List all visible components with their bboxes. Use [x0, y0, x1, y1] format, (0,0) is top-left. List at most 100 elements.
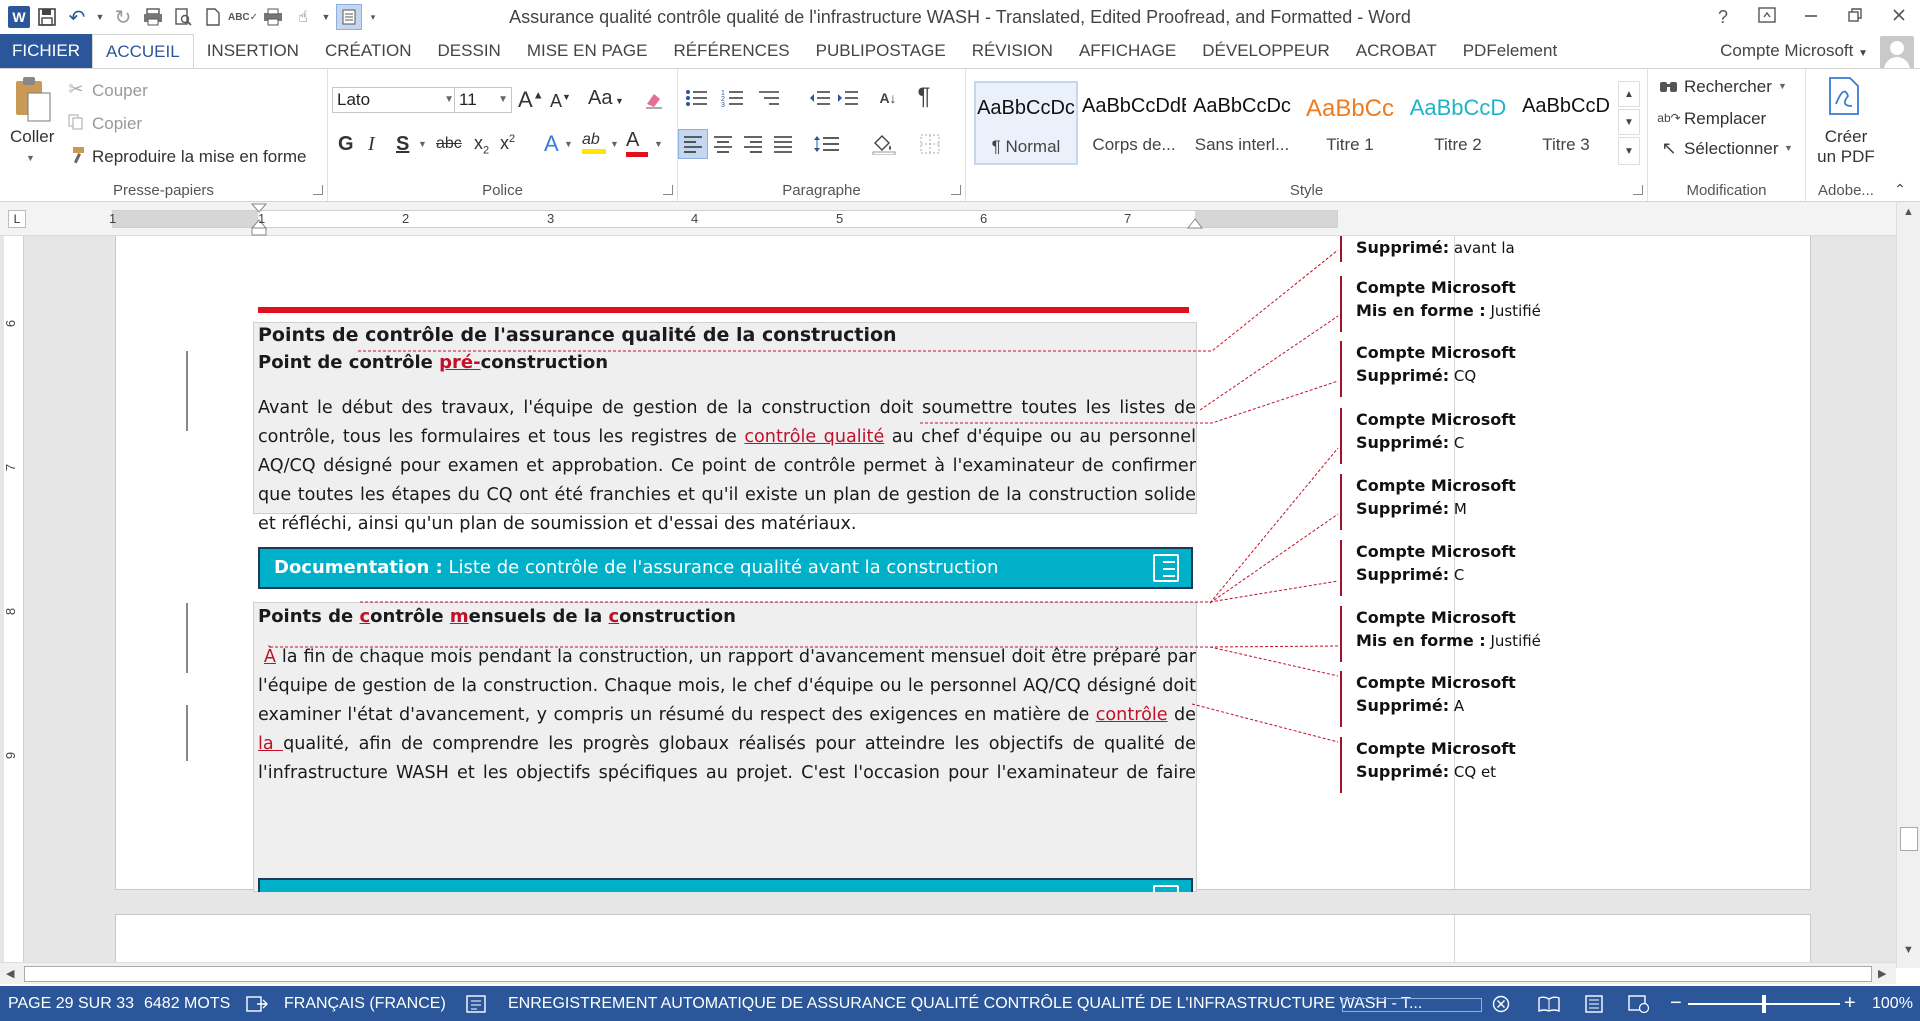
read-mode-view-icon[interactable] — [1538, 986, 1560, 1021]
comment-balloon[interactable]: Compte Microsoft Supprimé: C — [1340, 540, 1516, 596]
new-document-icon[interactable] — [200, 4, 226, 30]
right-indent-marker-icon[interactable] — [1187, 217, 1203, 231]
find-dropdown-icon[interactable]: ▼ — [1778, 81, 1787, 91]
document-workspace[interactable]: 6789 Points de contrôle de l'assurance q… — [0, 236, 1896, 968]
customize-qat-icon[interactable]: ▾ — [366, 4, 380, 30]
touch-mode-icon[interactable]: ☝ — [290, 4, 316, 30]
clear-formatting-icon[interactable] — [642, 87, 666, 113]
style-item[interactable]: AaBbCcDc ¶ Normal — [974, 81, 1078, 165]
tab-insertion[interactable]: INSERTION — [194, 34, 312, 68]
tab-création[interactable]: CRÉATION — [312, 34, 425, 68]
underline-dropdown-icon[interactable]: ▼ — [418, 139, 427, 149]
create-pdf-button[interactable]: Créer un PDF — [1816, 127, 1876, 167]
tab-selector[interactable]: L — [8, 210, 26, 228]
font-name-input[interactable]: Lato ▼ — [332, 87, 458, 113]
bullets-icon[interactable] — [682, 85, 712, 111]
word-count[interactable]: 6482 MOTS — [144, 986, 230, 1021]
help-icon[interactable]: ? — [1710, 7, 1736, 28]
grow-font-button[interactable]: A▲ — [518, 87, 544, 113]
style-item[interactable]: AaBbCcDdE Corps de... — [1082, 81, 1186, 165]
comment-balloon[interactable]: Compte Microsoft Mis en forme : Justifié — [1340, 606, 1541, 662]
underline-button[interactable]: S — [396, 133, 409, 156]
tab-références[interactable]: RÉFÉRENCES — [660, 34, 802, 68]
page-indicator[interactable]: PAGE 29 SUR 33 — [8, 986, 134, 1021]
paste-button[interactable]: Coller — [10, 127, 54, 147]
style-item[interactable]: AaBbCcD Titre 2 — [1406, 81, 1510, 165]
align-right-icon[interactable] — [738, 129, 768, 159]
touch-dropdown-icon[interactable]: ▼ — [320, 4, 332, 30]
avatar[interactable] — [1880, 36, 1914, 70]
print-preview-icon[interactable] — [170, 4, 196, 30]
tab-acrobat[interactable]: ACROBAT — [1343, 34, 1450, 68]
quick-print-icon[interactable] — [140, 4, 166, 30]
borders-icon[interactable] — [912, 129, 952, 159]
font-size-input[interactable]: 11 ▼ — [454, 87, 512, 113]
read-mode-icon[interactable] — [336, 4, 362, 30]
paragraph-launcher-icon[interactable] — [951, 185, 961, 195]
horizontal-ruler[interactable]: 1 1 2 3 4 5 6 7 — [109, 203, 1338, 236]
scroll-right-icon[interactable]: ▶ — [1878, 967, 1886, 980]
restore-icon[interactable] — [1842, 7, 1868, 28]
comment-balloon[interactable]: Compte Microsoft Supprimé: M — [1340, 474, 1516, 530]
print-layout-icon[interactable] — [260, 4, 286, 30]
decrease-indent-icon[interactable] — [806, 85, 834, 111]
text-effects-button[interactable]: A — [544, 131, 559, 157]
proofing-icon[interactable] — [246, 986, 268, 1021]
zoom-level[interactable]: 100% — [1872, 986, 1913, 1021]
account-name[interactable]: Compte Microsoft ▼ — [1720, 34, 1868, 68]
font-color-button[interactable]: A — [626, 129, 648, 157]
highlight-dropdown-icon[interactable]: ▼ — [610, 139, 619, 149]
styles-scroll-down-icon[interactable]: ▼ — [1618, 109, 1640, 135]
comment-balloon[interactable]: Compte Microsoft Supprimé: C — [1340, 408, 1516, 464]
cut-button[interactable]: Couper — [92, 81, 148, 101]
close-icon[interactable] — [1886, 7, 1912, 28]
justify-icon[interactable] — [768, 129, 798, 159]
save-icon[interactable] — [34, 4, 60, 30]
font-size-dropdown-icon[interactable]: ▼ — [498, 88, 508, 112]
select-icon[interactable]: ↖ — [1658, 137, 1680, 159]
tab-pdfelement[interactable]: PDFelement — [1450, 34, 1570, 68]
highlight-button[interactable]: ab — [582, 131, 606, 154]
spelling-icon[interactable]: ABC✓ — [228, 4, 258, 30]
font-color-dropdown-icon[interactable]: ▼ — [654, 139, 663, 149]
text-effects-dropdown-icon[interactable]: ▼ — [564, 139, 573, 149]
align-left-icon[interactable] — [678, 129, 708, 159]
language-indicator[interactable]: FRANÇAIS (FRANCE) — [284, 986, 446, 1021]
tab-affichage[interactable]: AFFICHAGE — [1066, 34, 1189, 68]
zoom-out-button[interactable]: − — [1670, 986, 1682, 1021]
scroll-down-icon[interactable]: ▼ — [1903, 944, 1914, 956]
style-item[interactable]: AaBbCcD Titre 3 — [1514, 81, 1618, 165]
minimize-icon[interactable] — [1798, 7, 1824, 28]
word-logo-icon[interactable]: W — [8, 6, 30, 28]
find-button[interactable]: Rechercher — [1684, 77, 1772, 97]
cancel-save-icon[interactable] — [1492, 986, 1510, 1021]
undo-dropdown-icon[interactable]: ▼ — [94, 4, 106, 30]
tab-publipostage[interactable]: PUBLIPOSTAGE — [803, 34, 959, 68]
format-painter-button[interactable]: Reproduire la mise en forme — [92, 147, 306, 167]
align-center-icon[interactable] — [708, 129, 738, 159]
paste-icon[interactable] — [10, 73, 54, 125]
shading-icon[interactable] — [866, 129, 906, 159]
scroll-left-icon[interactable]: ◀ — [6, 967, 14, 980]
comment-balloon[interactable]: Compte Microsoft Supprimé: CQ — [1340, 341, 1516, 397]
line-spacing-icon[interactable] — [808, 129, 848, 159]
tab-dessin[interactable]: DESSIN — [425, 34, 514, 68]
zoom-slider-thumb[interactable] — [1762, 995, 1766, 1013]
font-name-dropdown-icon[interactable]: ▼ — [444, 88, 454, 112]
vertical-scroll-thumb[interactable] — [1900, 827, 1918, 851]
shrink-font-button[interactable]: A▼ — [550, 91, 571, 112]
copy-button[interactable]: Copier — [92, 114, 142, 134]
comment-balloon[interactable]: Supprimé: avant la — [1340, 236, 1515, 262]
zoom-in-button[interactable]: + — [1844, 986, 1856, 1021]
numbering-icon[interactable]: 123 — [718, 85, 748, 111]
collapse-ribbon-icon[interactable]: ⌃ — [1890, 181, 1910, 197]
comment-balloon[interactable]: Compte Microsoft Mis en forme : Justifié — [1340, 276, 1541, 332]
ribbon-display-icon[interactable] — [1754, 6, 1780, 28]
print-layout-view-icon[interactable] — [1584, 986, 1604, 1021]
strikethrough-button[interactable]: abc — [436, 135, 462, 153]
horizontal-scroll-thumb[interactable] — [24, 966, 1872, 982]
show-formatting-icon[interactable]: ¶ — [910, 83, 938, 111]
find-icon[interactable] — [1658, 77, 1680, 99]
style-item[interactable]: AaBbCc Titre 1 — [1298, 81, 1402, 165]
web-layout-view-icon[interactable] — [1628, 986, 1650, 1021]
